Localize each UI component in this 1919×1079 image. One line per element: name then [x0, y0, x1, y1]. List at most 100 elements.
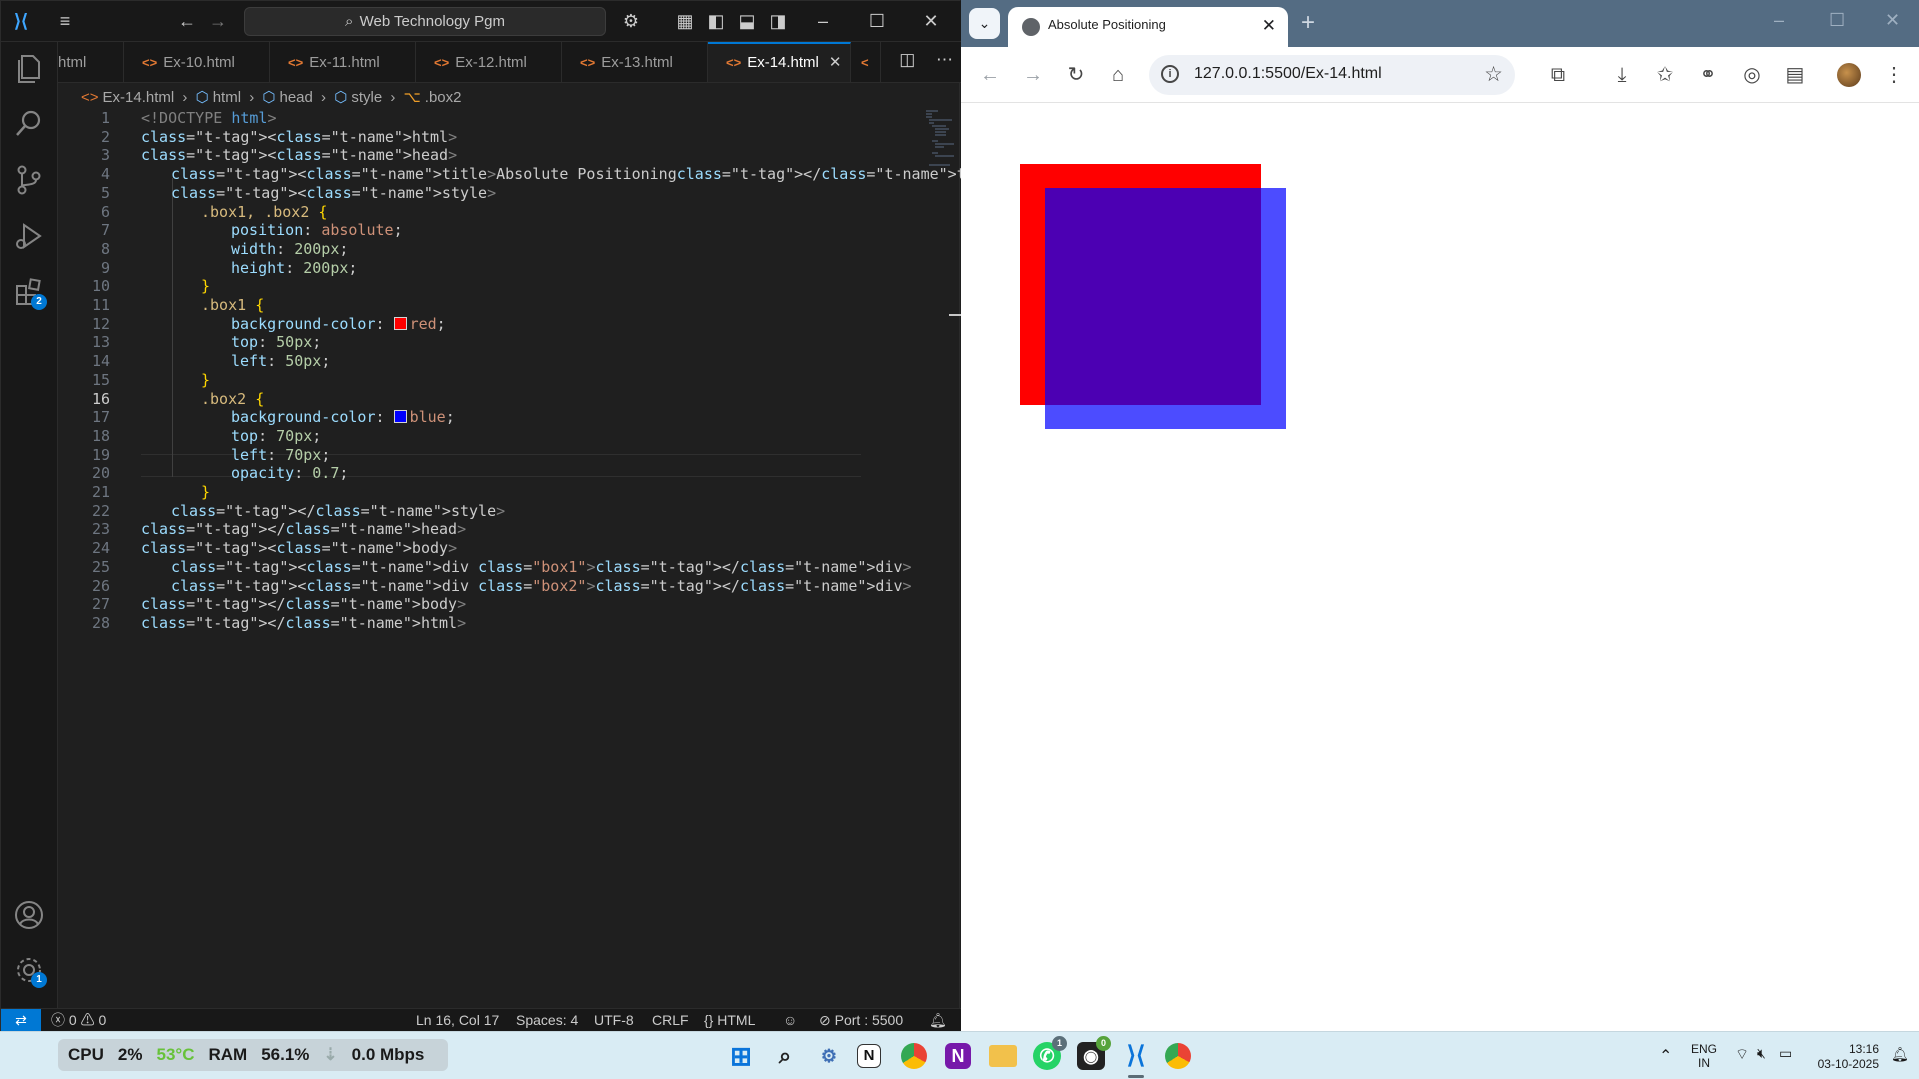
copilot-icon[interactable]: ⚙ — [619, 9, 643, 33]
kebab-menu-icon[interactable]: ⋮ — [1881, 62, 1907, 88]
vscode-titlebar: ⟩⟨ ≡ ← → ⌕ Web Technology Pgm ⚙ ▦ ◧ ⬓ ◨ … — [1, 1, 961, 42]
breadcrumb-item[interactable]: .box2 — [425, 89, 462, 106]
browser-tab-active[interactable]: Absolute Positioning ✕ — [1008, 7, 1288, 47]
minimize-icon[interactable]: – — [811, 9, 835, 33]
minimize-icon[interactable]: – — [1774, 10, 1784, 31]
performance-widget[interactable]: CPU 2% 53°C RAM 56.1% ⇣ 0.0 Mbps — [58, 1039, 449, 1071]
remote-indicator-icon[interactable]: ⇄ — [1, 1009, 41, 1032]
chevron-right-icon: › — [182, 89, 188, 106]
back-arrow-icon[interactable]: ← — [175, 9, 199, 33]
site-info-icon[interactable]: i — [1161, 65, 1179, 83]
profile-avatar[interactable] — [1837, 63, 1861, 87]
volume-muted-icon[interactable]: 🔇︎ — [1757, 1045, 1766, 1062]
chrome-profile-icon[interactable] — [1165, 1043, 1191, 1069]
vscode-taskbar-icon[interactable]: ⟩⟨ — [1121, 1041, 1151, 1071]
line-ending[interactable]: CRLF — [652, 1009, 689, 1032]
show-hidden-icons-chevron-icon[interactable]: ⌃ — [1659, 1046, 1672, 1066]
account-icon[interactable] — [11, 897, 47, 933]
reload-icon[interactable]: ↻ — [1063, 62, 1089, 88]
toggle-secondary-sidebar-icon[interactable]: ◨ — [766, 9, 790, 33]
tab-ex-12[interactable]: <> Ex-12.html — [416, 42, 562, 82]
close-window-icon[interactable]: ✕ — [919, 9, 943, 33]
close-tab-icon[interactable]: ✕ — [829, 54, 842, 71]
forward-arrow-icon[interactable]: → — [1020, 62, 1046, 88]
status-bar: ⇄ ⓧ 0 ⚠ 0 Ln 16, Col 17 Spaces: 4 UTF-8 … — [1, 1008, 961, 1032]
tab-label: Ex-11.html — [309, 54, 380, 71]
extensions-puzzle-icon[interactable]: ⧉ — [1545, 62, 1571, 88]
whatsapp-badge: 1 — [1052, 1036, 1067, 1051]
settings-gear-icon[interactable]: ⚙ — [814, 1041, 844, 1071]
element-cube-icon: ⬡ — [334, 89, 348, 106]
code-line[interactable]: 28 class="t-tag"></class="t-name">html> — [58, 612, 858, 635]
scrollbar-cursor-marker — [949, 314, 961, 316]
forward-arrow-icon[interactable]: → — [206, 9, 230, 33]
tab-overflow[interactable]: < — [851, 42, 881, 82]
wifi-icon[interactable]: ⌔ — [1735, 1045, 1749, 1064]
new-tab-plus-icon[interactable]: + — [1301, 9, 1315, 37]
cursor-position[interactable]: Ln 16, Col 17 — [416, 1009, 499, 1032]
battery-icon[interactable]: ▭ — [1779, 1045, 1792, 1062]
back-arrow-icon[interactable]: ← — [977, 62, 1003, 88]
live-server-port[interactable]: ⊘ Port : 5500 — [819, 1009, 903, 1032]
breadcrumb-item[interactable]: style — [351, 89, 382, 106]
maximize-icon[interactable]: ☐ — [865, 9, 889, 33]
github-desktop-icon[interactable]: ◉ 0 — [1077, 1036, 1111, 1070]
tab-ex-11[interactable]: <> Ex-11.html — [270, 42, 416, 82]
url-text[interactable]: 127.0.0.1:5500/Ex-14.html — [1194, 65, 1382, 83]
language-mode[interactable]: {} HTML — [704, 1009, 755, 1032]
tab-ex-14[interactable]: <> Ex-14.html ✕ — [708, 42, 851, 82]
extensions-button[interactable]: 2 — [11, 274, 47, 310]
notion-icon[interactable]: N — [857, 1044, 881, 1068]
breadcrumb-item[interactable]: html — [213, 89, 241, 106]
side-panel-icon[interactable]: ▤ — [1782, 62, 1808, 88]
problems-indicator[interactable]: ⓧ 0 ⚠ 0 — [51, 1009, 106, 1032]
menu-icon[interactable]: ≡ — [53, 9, 77, 33]
link-icon[interactable]: ⚭ — [1695, 62, 1721, 88]
bookmark-star-icon[interactable]: ☆ — [1484, 62, 1503, 87]
color-swatch-red[interactable] — [393, 316, 407, 330]
screenshot-lens-icon[interactable]: ◎ — [1739, 62, 1765, 88]
breadcrumb-item[interactable]: head — [279, 89, 312, 106]
manage-settings-button[interactable]: 1 — [11, 952, 47, 988]
run-debug-icon[interactable] — [11, 218, 47, 254]
address-bar[interactable]: i 127.0.0.1:5500/Ex-14.html ☆ — [1149, 55, 1515, 95]
file-explorer-icon[interactable] — [989, 1045, 1017, 1067]
code-editor[interactable]: 1 <!DOCTYPE html> 2 class="t-tag"><class="t… — [58, 109, 1011, 1008]
search-sidebar-icon[interactable] — [11, 106, 47, 142]
more-actions-icon[interactable]: ⋯ — [936, 50, 953, 69]
home-icon[interactable]: ⌂ — [1105, 62, 1131, 88]
source-control-icon[interactable] — [11, 162, 47, 198]
chrome-icon[interactable] — [901, 1043, 927, 1069]
split-editor-icon[interactable]: ◫ — [899, 50, 915, 69]
tab-search-chevron-icon[interactable]: ⌄ — [969, 8, 1000, 39]
clock[interactable]: 13:16 03-10-2025 — [1813, 1042, 1879, 1072]
onenote-icon[interactable]: N — [945, 1043, 971, 1069]
toggle-panel-icon[interactable]: ⬓ — [735, 9, 759, 33]
language-label: HTML — [717, 1012, 756, 1028]
color-swatch-blue[interactable] — [393, 410, 407, 424]
tab-ex-10[interactable]: <> Ex-10.html — [124, 42, 270, 82]
explorer-icon[interactable] — [11, 50, 47, 86]
maximize-icon[interactable]: ☐ — [1829, 10, 1845, 31]
tab-html[interactable]: html — [58, 42, 124, 82]
copilot-status-icon[interactable]: ☺ — [783, 1009, 797, 1032]
download-icon[interactable]: ⤓ — [1609, 62, 1635, 88]
close-tab-icon[interactable]: ✕ — [1262, 16, 1276, 36]
notifications-bell-icon[interactable]: 🔔︎ — [929, 1009, 947, 1032]
close-window-icon[interactable]: ✕ — [1885, 10, 1900, 31]
browser-tab-title: Absolute Positioning — [1048, 17, 1166, 32]
layout-customize-icon[interactable]: ▦ — [673, 9, 697, 33]
tab-label: html — [58, 54, 87, 71]
breadcrumb-item[interactable]: Ex-14.html — [103, 89, 175, 106]
tab-ex-13[interactable]: <> Ex-13.html — [562, 42, 708, 82]
language-indicator[interactable]: ENG IN — [1691, 1042, 1717, 1070]
indentation[interactable]: Spaces: 4 — [516, 1009, 578, 1032]
whatsapp-icon[interactable]: ✆ 1 — [1033, 1036, 1067, 1070]
windows-start-icon[interactable]: ⊞ — [726, 1041, 756, 1071]
bookmarks-icon[interactable]: ✩ — [1652, 62, 1678, 88]
encoding[interactable]: UTF-8 — [594, 1009, 634, 1032]
command-center-search[interactable]: ⌕ Web Technology Pgm — [244, 7, 606, 36]
notification-center-icon[interactable]: 🔔︎ — [1891, 1046, 1909, 1063]
taskbar-search-icon[interactable]: ⌕ — [770, 1041, 800, 1071]
toggle-sidebar-icon[interactable]: ◧ — [704, 9, 728, 33]
